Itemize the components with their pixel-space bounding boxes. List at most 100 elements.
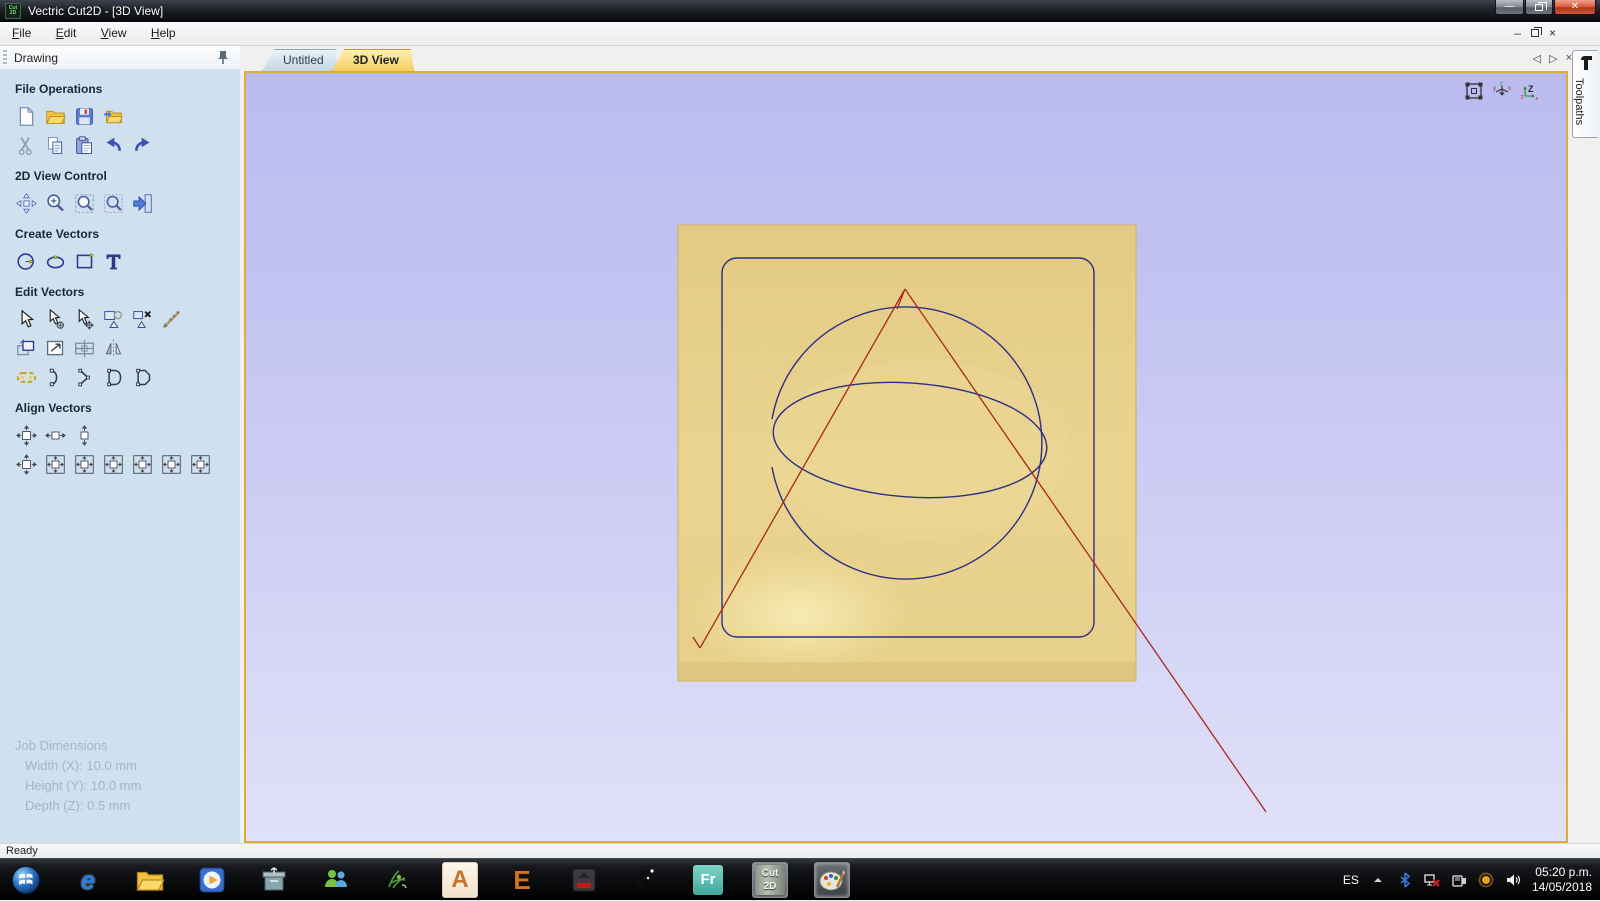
align-v-centre-icon[interactable] — [73, 424, 96, 447]
svg-text:z: z — [1500, 82, 1503, 88]
draw-ellipse-icon[interactable] — [44, 250, 67, 273]
bluetooth-icon[interactable] — [1397, 872, 1413, 888]
network-status-icon[interactable] — [1424, 872, 1440, 888]
3d-view-canvas[interactable]: z y x Z 2 x — [244, 71, 1568, 843]
menu-file[interactable]: File — [3, 22, 40, 40]
pan-view-icon[interactable] — [15, 192, 38, 215]
taskbar-media-red-app[interactable] — [566, 862, 602, 898]
import-vectors-icon[interactable] — [102, 105, 125, 128]
svg-text:Z: Z — [1528, 84, 1534, 94]
taskbar-paint-app[interactable] — [814, 862, 850, 898]
archive-box-icon — [262, 867, 286, 891]
tab-3d-view[interactable]: 3D View — [332, 49, 414, 71]
taskbar-fr-app[interactable]: Fr — [690, 862, 726, 898]
tab-untitled[interactable]: Untitled — [262, 49, 339, 71]
toolpaths-flyout-tab[interactable]: Toolpaths — [1572, 50, 1598, 138]
taskbar-winrar-app[interactable] — [256, 862, 292, 898]
save-file-icon[interactable] — [73, 105, 96, 128]
taskbar-media-player[interactable] — [194, 862, 230, 898]
ungroup-vectors-icon[interactable] — [131, 308, 154, 331]
language-indicator[interactable]: ES — [1343, 873, 1359, 887]
draw-text-icon[interactable] — [102, 250, 125, 273]
align-h-material-icon[interactable] — [160, 453, 183, 476]
switch-pane-icon[interactable] — [131, 192, 154, 215]
group-vectors-icon[interactable] — [102, 308, 125, 331]
undo-icon[interactable] — [102, 134, 125, 157]
notification-glow-icon[interactable] — [1478, 872, 1494, 888]
section-create-vectors: Create Vectors — [15, 227, 100, 241]
zoom-box-icon[interactable] — [73, 192, 96, 215]
window-close-button[interactable]: ✕ — [1554, 0, 1596, 15]
align-top-icon[interactable] — [102, 453, 125, 476]
taskbar-design-app[interactable] — [380, 862, 416, 898]
copy-icon[interactable] — [44, 134, 67, 157]
palette-icon — [819, 870, 846, 891]
fillet-icon[interactable] — [102, 366, 125, 389]
align-v-material-icon[interactable] — [189, 453, 212, 476]
align-bottom-icon[interactable] — [131, 453, 154, 476]
align-right-icon[interactable] — [73, 453, 96, 476]
window-minimize-button[interactable]: — — [1495, 0, 1524, 15]
fr-app-icon: Fr — [693, 865, 723, 895]
taskbar-vectric-cut2d[interactable]: Cut 2D — [752, 862, 788, 898]
paste-icon[interactable] — [73, 134, 96, 157]
app-logo-icon: Cut 2D — [5, 3, 21, 19]
menu-help[interactable]: Help — [142, 22, 185, 40]
start-button[interactable] — [8, 862, 44, 898]
node-edit-icon[interactable] — [44, 308, 67, 331]
taskbar-internet-explorer[interactable]: e — [70, 862, 106, 898]
panel-grip[interactable] — [3, 50, 7, 66]
select-tool-icon[interactable] — [15, 308, 38, 331]
chamfer-icon[interactable] — [131, 366, 154, 389]
draw-circle-icon[interactable] — [15, 250, 38, 273]
centre-in-material-icon[interactable] — [15, 453, 38, 476]
taskbar-pipe-tool-app[interactable] — [628, 862, 664, 898]
draw-rectangle-icon[interactable] — [73, 250, 96, 273]
zoom-drawing-icon[interactable] — [102, 192, 125, 215]
set-size-icon[interactable] — [44, 337, 67, 360]
taskbar-windows-explorer[interactable] — [132, 862, 168, 898]
messenger-people-icon — [325, 870, 347, 887]
join-curve-icon[interactable] — [44, 366, 67, 389]
mdi-minimize-button[interactable]: – — [1514, 26, 1521, 40]
menu-edit[interactable]: Edit — [47, 22, 86, 40]
tab-scroll-left-icon[interactable]: ◁ — [1533, 52, 1541, 65]
align-h-centre-icon[interactable] — [44, 424, 67, 447]
removable-device-icon[interactable] — [1451, 872, 1467, 888]
taskbar-autocad[interactable]: A — [442, 862, 478, 898]
taskbar-messenger[interactable] — [318, 862, 354, 898]
open-file-icon[interactable] — [44, 105, 67, 128]
menu-view[interactable]: View — [92, 22, 136, 40]
taskbar-clock[interactable]: 05:20 p.m. 14/05/2018 — [1532, 865, 1592, 895]
folder-icon — [135, 865, 165, 895]
align-centre-icon[interactable] — [15, 424, 38, 447]
offset-vectors-icon[interactable] — [15, 337, 38, 360]
mdi-restore-button[interactable] — [1530, 27, 1542, 37]
transform-tool-icon[interactable] — [73, 308, 96, 331]
show-hidden-icons[interactable] — [1370, 872, 1386, 888]
plan-view-z-icon[interactable]: Z 2 x — [1520, 81, 1540, 101]
cut-icon[interactable] — [15, 134, 38, 157]
measure-icon[interactable] — [160, 308, 183, 331]
zoom-extents-3d-icon[interactable] — [1464, 81, 1484, 101]
zoom-interactive-icon[interactable] — [44, 192, 67, 215]
section-file-operations: File Operations — [15, 82, 103, 96]
taskbar-editor-e-app[interactable]: E — [504, 862, 540, 898]
new-file-icon[interactable] — [15, 105, 38, 128]
restore-icon — [1535, 2, 1547, 11]
pin-icon[interactable] — [216, 50, 230, 65]
e-app-icon: E — [513, 864, 531, 895]
isometric-view-icon[interactable]: z y x — [1492, 81, 1512, 101]
window-restore-button[interactable] — [1525, 0, 1553, 15]
stretch-icon[interactable] — [73, 337, 96, 360]
weld-vectors-icon[interactable] — [15, 366, 38, 389]
mirror-icon[interactable] — [102, 337, 125, 360]
redo-icon[interactable] — [131, 134, 154, 157]
mdi-close-button[interactable]: × — [1549, 26, 1556, 40]
job-dimensions-title: Job Dimensions — [15, 738, 108, 753]
align-left-icon[interactable] — [44, 453, 67, 476]
fit-curve-icon[interactable] — [73, 366, 96, 389]
pipe-tool-icon — [638, 869, 654, 890]
volume-icon[interactable] — [1505, 872, 1521, 888]
tab-scroll-right-icon[interactable]: ▷ — [1549, 52, 1557, 65]
